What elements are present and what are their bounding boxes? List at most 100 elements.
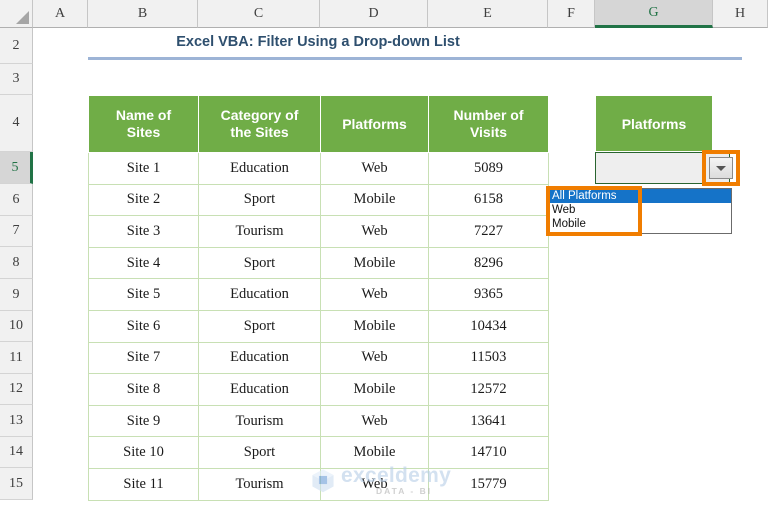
header-line-2: the Sites <box>230 124 288 140</box>
table-cell[interactable]: Education <box>199 279 321 311</box>
table-cell[interactable]: 10434 <box>429 310 549 342</box>
dropdown-option[interactable]: Web <box>549 203 731 217</box>
table-cell[interactable]: Education <box>199 374 321 406</box>
row-header-8[interactable]: 8 <box>0 247 33 279</box>
row-header-9[interactable]: 9 <box>0 279 33 311</box>
platform-dropdown-list[interactable]: All PlatformsWebMobile <box>548 188 732 234</box>
column-header-category-of-the-sites: Category of the Sites <box>199 96 321 153</box>
dropdown-option[interactable]: All Platforms <box>549 189 731 203</box>
row-header-11[interactable]: 11 <box>0 342 33 374</box>
table-cell[interactable]: 12572 <box>429 374 549 406</box>
table-cell[interactable]: 14710 <box>429 437 549 469</box>
table-cell[interactable]: Site 1 <box>89 153 199 185</box>
table-cell[interactable]: 11503 <box>429 342 549 374</box>
table-cell[interactable]: Tourism <box>199 405 321 437</box>
table-cell[interactable]: Web <box>321 153 429 185</box>
table-cell[interactable]: Sport <box>199 247 321 279</box>
table-row: Site 4SportMobile8296 <box>89 247 549 279</box>
header-line-1: Number of <box>454 107 524 123</box>
table-cell[interactable]: Tourism <box>199 216 321 248</box>
table-cell[interactable]: 13641 <box>429 405 549 437</box>
table-cell[interactable]: Site 2 <box>89 184 199 216</box>
column-header-b[interactable]: B <box>88 0 198 28</box>
table-cell[interactable]: Web <box>321 468 429 500</box>
header-line-1: Platforms <box>342 116 407 132</box>
data-table: Name of Sites Category of the Sites Plat… <box>88 95 549 501</box>
table-cell[interactable]: 8296 <box>429 247 549 279</box>
table-row: Site 3TourismWeb7227 <box>89 216 549 248</box>
table-cell[interactable]: Sport <box>199 437 321 469</box>
header-line-2: Sites <box>127 124 160 140</box>
filter-header-platforms: Platforms <box>595 95 713 152</box>
column-header-a[interactable]: A <box>33 0 88 28</box>
header-line-1: Name of <box>116 107 171 123</box>
header-line-2: Visits <box>470 124 507 140</box>
column-header-h[interactable]: H <box>713 0 768 28</box>
table-cell[interactable]: Web <box>321 405 429 437</box>
dropdown-toggle-button[interactable] <box>709 157 733 179</box>
spreadsheet-canvas: Excel VBA: Filter Using a Drop-down List… <box>0 0 768 512</box>
table-cell[interactable]: Site 10 <box>89 437 199 469</box>
table-cell[interactable]: Site 8 <box>89 374 199 406</box>
select-all-corner[interactable] <box>0 0 33 28</box>
table-row: Site 7EducationWeb11503 <box>89 342 549 374</box>
table-cell[interactable]: Education <box>199 153 321 185</box>
table-header-row: Name of Sites Category of the Sites Plat… <box>89 96 549 153</box>
table-cell[interactable]: Mobile <box>321 310 429 342</box>
row-header-6[interactable]: 6 <box>0 184 33 216</box>
table-cell[interactable]: Education <box>199 342 321 374</box>
column-header-f[interactable]: F <box>548 0 595 28</box>
table-cell[interactable]: Tourism <box>199 468 321 500</box>
table-cell[interactable]: Site 9 <box>89 405 199 437</box>
table-row: Site 2SportMobile6158 <box>89 184 549 216</box>
header-line-1: Category of <box>221 107 299 123</box>
table-cell[interactable]: Mobile <box>321 247 429 279</box>
column-header-c[interactable]: C <box>198 0 320 28</box>
table-cell[interactable]: Sport <box>199 184 321 216</box>
table-cell[interactable]: Web <box>321 216 429 248</box>
row-header-7[interactable]: 7 <box>0 216 33 247</box>
table-cell[interactable]: Web <box>321 342 429 374</box>
table-cell[interactable]: 5089 <box>429 153 549 185</box>
table-cell[interactable]: Site 6 <box>89 310 199 342</box>
row-header-12[interactable]: 12 <box>0 374 33 405</box>
table-cell[interactable]: 9365 <box>429 279 549 311</box>
column-header-number-of-visits: Number of Visits <box>429 96 549 153</box>
dropdown-option[interactable]: Mobile <box>549 217 731 231</box>
column-header-e[interactable]: E <box>428 0 548 28</box>
table-cell[interactable]: Site 11 <box>89 468 199 500</box>
table-cell[interactable]: 7227 <box>429 216 549 248</box>
table-row: Site 10SportMobile14710 <box>89 437 549 469</box>
table-cell[interactable]: 15779 <box>429 468 549 500</box>
column-header-d[interactable]: D <box>320 0 428 28</box>
column-header-g[interactable]: G <box>595 0 713 28</box>
table-cell[interactable]: Site 3 <box>89 216 199 248</box>
table-row: Site 6SportMobile10434 <box>89 310 549 342</box>
row-header-13[interactable]: 13 <box>0 405 33 437</box>
table-cell[interactable]: Web <box>321 279 429 311</box>
row-header-3[interactable]: 3 <box>0 64 33 95</box>
table-cell[interactable]: 6158 <box>429 184 549 216</box>
chevron-down-icon <box>716 166 726 171</box>
column-header-name-of-sites: Name of Sites <box>89 96 199 153</box>
table-cell[interactable]: Site 7 <box>89 342 199 374</box>
row-header-15[interactable]: 15 <box>0 468 33 500</box>
corner-triangle-icon <box>16 11 29 24</box>
title-underline <box>88 57 742 60</box>
table-cell[interactable]: Sport <box>199 310 321 342</box>
row-header-2[interactable]: 2 <box>0 28 33 64</box>
table-row: Site 11TourismWeb15779 <box>89 468 549 500</box>
table-cell[interactable]: Mobile <box>321 374 429 406</box>
column-header-platforms: Platforms <box>321 96 429 153</box>
table-row: Site 5EducationWeb9365 <box>89 279 549 311</box>
page-title: Excel VBA: Filter Using a Drop-down List <box>88 30 548 54</box>
table-cell[interactable]: Mobile <box>321 437 429 469</box>
table-cell[interactable]: Mobile <box>321 184 429 216</box>
row-header-10[interactable]: 10 <box>0 311 33 342</box>
row-header-14[interactable]: 14 <box>0 437 33 468</box>
row-header-4[interactable]: 4 <box>0 95 33 152</box>
table-row: Site 1EducationWeb5089 <box>89 153 549 185</box>
row-header-5[interactable]: 5 <box>0 152 33 184</box>
table-cell[interactable]: Site 4 <box>89 247 199 279</box>
table-cell[interactable]: Site 5 <box>89 279 199 311</box>
